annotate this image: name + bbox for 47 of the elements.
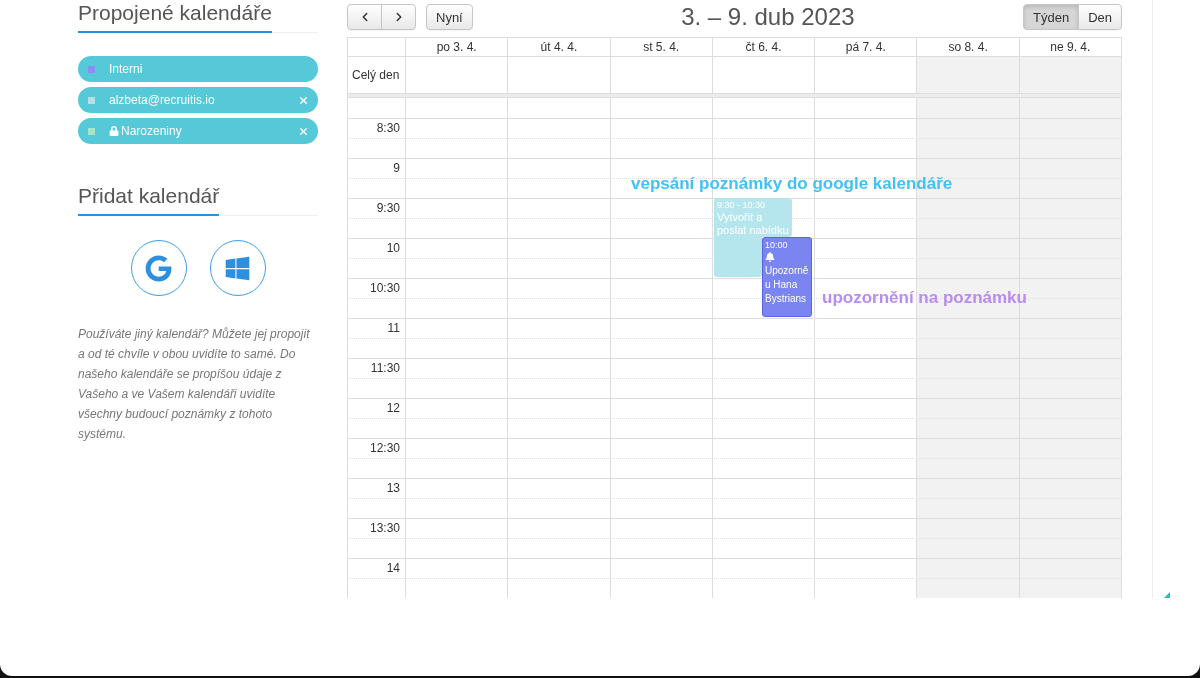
time-label: 13:30 xyxy=(368,520,401,537)
time-label: 13 xyxy=(385,480,401,497)
all-day-label: Celý den xyxy=(351,67,401,84)
time-label: 10:30 xyxy=(368,280,401,297)
windows-logo-icon xyxy=(224,254,251,282)
previous-button[interactable] xyxy=(347,4,382,30)
day-header: po 3. 4. xyxy=(405,38,508,56)
time-label: 11 xyxy=(386,320,401,337)
annotation-label: upozornění na poznámku xyxy=(822,288,1027,308)
event-title: Vytvořit a poslat nabídku xyxy=(717,211,789,237)
day-header: ne 9. 4. xyxy=(1018,38,1121,56)
close-icon xyxy=(298,125,309,137)
remove-button[interactable] xyxy=(298,94,309,106)
time-label: 10 xyxy=(385,240,401,257)
event-title: Upozorně u Hana Bystrians xyxy=(765,264,809,306)
time-label: 9 xyxy=(392,160,401,177)
time-label: 12 xyxy=(385,400,401,417)
day-header: čt 6. 4. xyxy=(711,38,815,56)
section-title: Propojené kalendáře xyxy=(78,0,272,33)
day-header: st 5. 4. xyxy=(609,38,712,56)
calendar-event[interactable]: 10:00 Upozorně u Hana Bystrians xyxy=(762,237,812,317)
time-label: 12:30 xyxy=(368,440,401,457)
day-header: út 4. 4. xyxy=(507,38,610,56)
date-range-title: 3. – 9. dub 2023 xyxy=(680,3,856,31)
bell-icon xyxy=(765,252,775,262)
event-time: 9:30 - 10:30 xyxy=(717,199,766,211)
help-text: Používáte jiný kalendář? Můžete jej propojit a od té chvíle v obou uvidíte to samé. Do našeho kalendáře se propíšou údaje z Vašeho a ve Vašem kalendáři uvidíte všechny budoucí poznámky z tohoto systému. xyxy=(78,326,311,443)
resize-grip-icon[interactable] xyxy=(1164,592,1170,598)
view-tab[interactable]: Týden xyxy=(1023,4,1080,30)
google-logo-icon xyxy=(145,254,172,282)
event-time: 10:00 xyxy=(765,239,788,251)
today-button[interactable]: Nyní xyxy=(426,4,473,30)
view-tab[interactable]: Den xyxy=(1078,4,1122,30)
section-title: Přidat kalendář xyxy=(78,183,220,216)
calendar-item[interactable]: alzbeta@recruitis.io xyxy=(78,87,318,113)
time-label: 8:30 xyxy=(375,120,401,137)
calendar-item[interactable]: Interni xyxy=(78,56,318,82)
time-label: 9:30 xyxy=(375,200,401,217)
remove-button[interactable] xyxy=(298,125,309,137)
close-icon xyxy=(298,94,309,106)
time-label: 14 xyxy=(385,560,401,577)
calendar-item[interactable]: Narozeniny xyxy=(78,118,318,144)
time-label: 11:30 xyxy=(369,360,401,377)
day-header: pá 7. 4. xyxy=(814,38,917,56)
next-button[interactable] xyxy=(381,4,416,30)
day-header: so 8. 4. xyxy=(916,38,1019,56)
annotation-label: vepsání poznámky do google kalendáře xyxy=(631,174,953,194)
